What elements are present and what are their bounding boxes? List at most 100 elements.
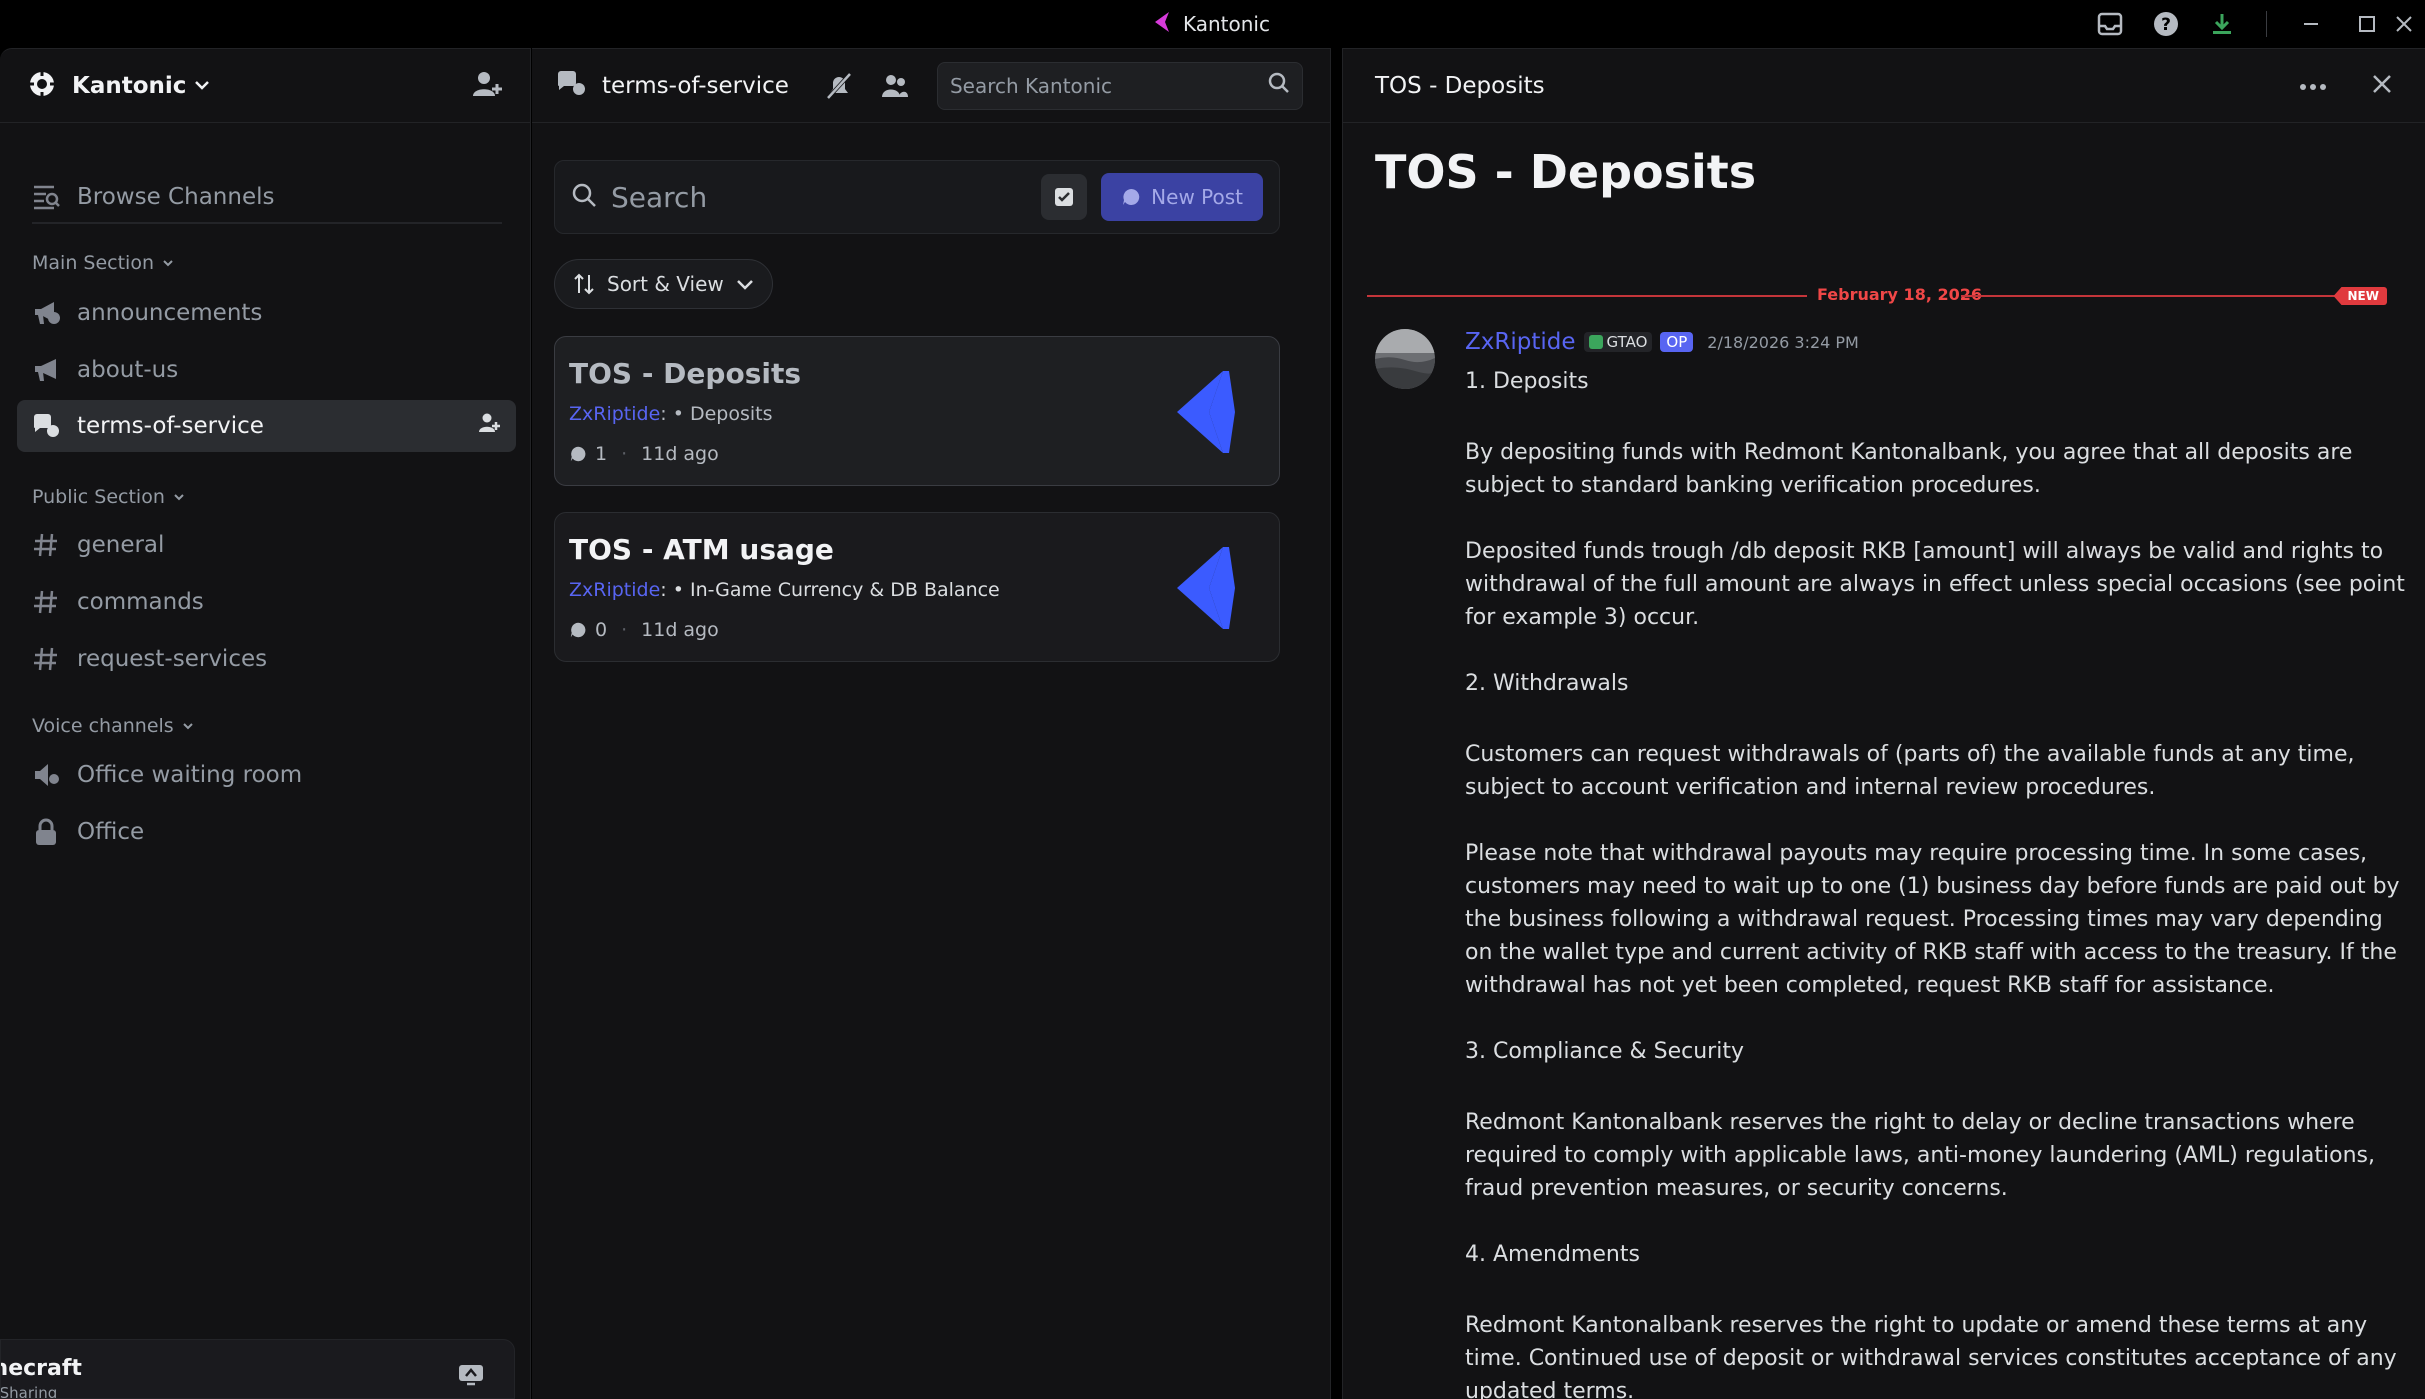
chevron-down-icon <box>194 76 210 95</box>
voice-office[interactable]: Office <box>17 806 516 858</box>
post-tag: : • Deposits <box>660 403 773 425</box>
inbox-icon[interactable] <box>2082 0 2138 48</box>
search-icon <box>1268 72 1290 99</box>
activity-panel[interactable]: inecraft t Sharing <box>0 1339 515 1399</box>
app-logo-icon <box>1154 11 1169 37</box>
channel-label: about-us <box>77 357 179 383</box>
forum-icon <box>556 70 586 102</box>
guild-tag-icon <box>1588 335 1603 349</box>
forum-post-card[interactable]: TOS - Deposits ZxRiptide: • Deposits 1 ·… <box>554 336 1280 486</box>
voice-office-waiting-room[interactable]: Office waiting room <box>17 749 516 801</box>
sidebar-divider <box>32 222 502 224</box>
channel-label: request-services <box>77 646 268 672</box>
post-stats: 0 · 11d ago <box>569 619 719 641</box>
minimize-icon[interactable] <box>2283 0 2339 48</box>
close-icon[interactable] <box>2395 0 2425 48</box>
chevron-down-icon <box>182 723 193 730</box>
post-meta: ZxRiptide: • Deposits <box>569 403 773 425</box>
channel-label: terms-of-service <box>77 413 264 439</box>
channel-terms-of-service[interactable]: terms-of-service <box>17 400 516 452</box>
channel-label: commands <box>77 589 204 615</box>
post-age: 11d ago <box>641 443 719 465</box>
channel-announcements[interactable]: announcements <box>17 287 516 339</box>
members-icon[interactable] <box>881 73 909 99</box>
message-paragraph: Deposited funds trough /db deposit RKB [… <box>1465 539 2405 630</box>
checklist-icon <box>1055 188 1074 206</box>
section-voice[interactable]: Voice channels <box>32 715 194 737</box>
post-search-bar[interactable]: Search New Post <box>554 160 1280 234</box>
kantonic-logo-thumbnail <box>1177 371 1235 453</box>
app-title: Kantonic <box>1182 12 1270 36</box>
post-title: TOS - Deposits <box>569 357 802 390</box>
message-author[interactable]: ZxRiptide <box>1465 329 1576 355</box>
post-title: TOS - ATM usage <box>569 533 834 566</box>
titlebar-separator <box>2266 11 2267 37</box>
announcement-icon <box>31 300 61 326</box>
guild-tag-label: GTAO <box>1606 333 1648 351</box>
section-voice-label: Voice channels <box>32 715 174 737</box>
browse-channels-icon <box>31 184 61 210</box>
channel-label: announcements <box>77 300 263 326</box>
avatar[interactable] <box>1375 329 1435 389</box>
hashtag-icon <box>31 646 61 672</box>
more-options-icon[interactable] <box>2299 76 2327 95</box>
server-search-input[interactable]: Search Kantonic <box>936 61 1303 110</box>
announcement-icon <box>31 357 61 383</box>
channel-label: general <box>77 532 165 558</box>
post-author[interactable]: ZxRiptide <box>569 403 660 425</box>
server-header[interactable]: Kantonic <box>0 49 530 123</box>
channel-about-us[interactable]: about-us <box>17 344 516 396</box>
new-post-button[interactable]: New Post <box>1101 173 1263 221</box>
divider-line <box>1961 295 2351 297</box>
message-paragraph: 1. Deposits <box>1465 369 1589 394</box>
channel-label: Office <box>77 819 145 845</box>
invite-icon[interactable] <box>478 412 500 440</box>
message-header: ZxRiptide GTAO OP 2/18/2026 3:24 PM <box>1465 329 1859 355</box>
message-timestamp: 2/18/2026 3:24 PM <box>1707 332 1859 352</box>
notification-muted-icon[interactable] <box>825 72 853 100</box>
add-member-icon[interactable] <box>472 70 502 102</box>
section-public[interactable]: Public Section <box>32 486 185 508</box>
browse-channels[interactable]: Browse Channels <box>17 171 516 223</box>
chevron-down-icon <box>174 494 184 501</box>
download-icon[interactable] <box>2194 0 2250 48</box>
new-messages-badge: NEW <box>2333 287 2387 305</box>
channel-commands[interactable]: commands <box>17 576 516 628</box>
date-divider: February 18, 2026 NEW <box>1367 285 2397 305</box>
maximize-icon[interactable] <box>2339 0 2395 48</box>
screen-share-icon[interactable] <box>458 1364 484 1390</box>
search-icon <box>571 182 597 212</box>
chevron-down-icon <box>736 280 753 290</box>
forum-panel: terms-of-service Search Kantonic Search <box>532 48 1331 1399</box>
message-paragraph: 3. Compliance & Security <box>1465 1039 1744 1064</box>
message-paragraph: Redmont Kantonalbank reserves the right … <box>1465 1313 2397 1399</box>
message-paragraph: 2. Withdrawals <box>1465 671 1629 696</box>
lock-icon <box>31 818 61 846</box>
forum-post-card[interactable]: TOS - ATM usage ZxRiptide: • In-Game Cur… <box>554 512 1280 662</box>
select-posts-button[interactable] <box>1041 174 1088 220</box>
channel-general[interactable]: general <box>17 519 516 571</box>
activity-status: t Sharing <box>0 1384 58 1399</box>
server-gear-icon <box>28 70 56 102</box>
channel-label: Office waiting room <box>77 762 303 788</box>
sort-view-button[interactable]: Sort & View <box>554 259 773 309</box>
message-paragraph: Redmont Kantonalbank reserves the right … <box>1465 1110 2376 1201</box>
message-body: 1. Deposits By depositing funds with Red… <box>1465 365 2405 1399</box>
post-meta: ZxRiptide: • In-Game Currency & DB Balan… <box>569 579 1000 601</box>
section-public-label: Public Section <box>32 486 165 508</box>
server-name: Kantonic <box>72 72 187 99</box>
close-thread-icon[interactable] <box>2371 73 2393 99</box>
new-post-label: New Post <box>1151 185 1243 209</box>
reply-count-icon <box>570 446 586 462</box>
forum-icon <box>31 413 61 439</box>
section-main[interactable]: Main Section <box>32 252 174 274</box>
kantonic-logo-thumbnail <box>1177 547 1235 629</box>
thread-panel: TOS - Deposits TOS - Deposits February 1… <box>1342 48 2425 1399</box>
speaker-icon <box>31 762 61 788</box>
forum-header: terms-of-service Search Kantonic <box>532 49 1330 123</box>
help-icon[interactable]: ? <box>2138 0 2194 48</box>
channel-request-services[interactable]: request-services <box>17 633 516 685</box>
activity-name: inecraft <box>1 1356 82 1381</box>
app-window: Kantonic ? Kantonic Browse Channels Main… <box>0 0 2425 1399</box>
post-author[interactable]: ZxRiptide <box>569 579 660 601</box>
